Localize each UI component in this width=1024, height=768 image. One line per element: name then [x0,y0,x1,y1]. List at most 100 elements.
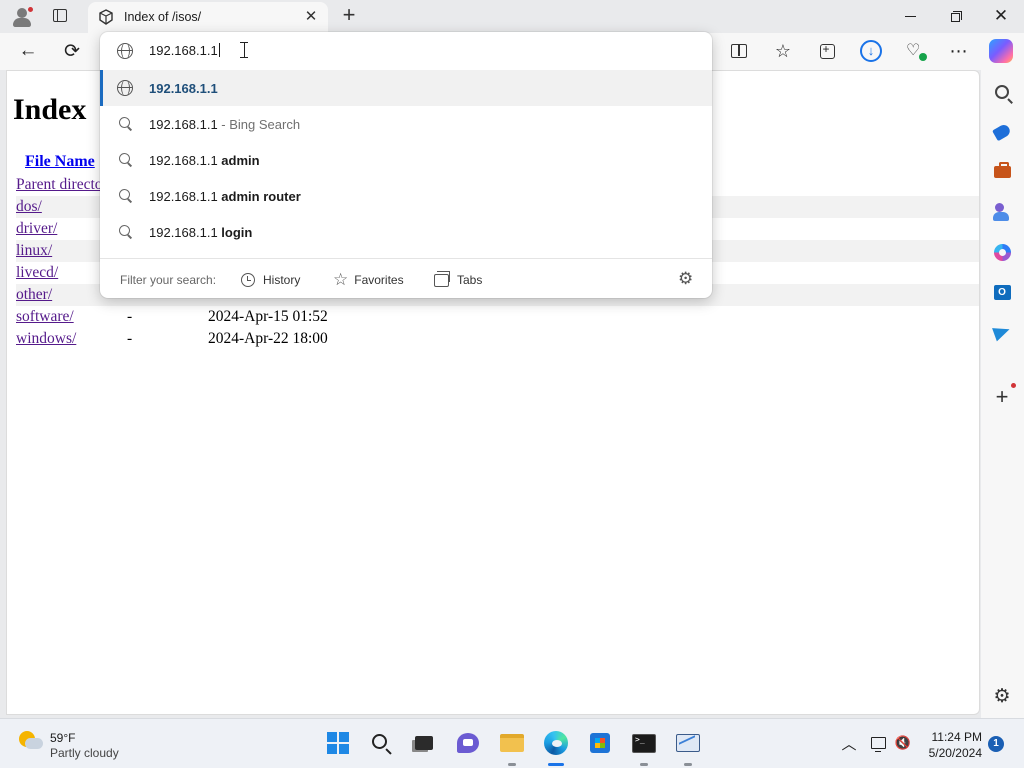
suggestion-search[interactable]: 192.168.1.1 - Bing Search [100,106,712,142]
terminal-button[interactable]: >_ [630,729,658,757]
show-hidden-icons-button[interactable]: ︿ [837,729,861,757]
running-indicator [640,763,648,766]
task-view-button[interactable] [410,729,438,757]
suggestion-text: 192.168.1.1 admin router [149,189,301,204]
filter-label: Filter your search: [120,273,217,287]
microsoft365-icon [993,243,1011,261]
running-indicator-active [548,763,564,766]
title-bar: Index of /isos/ ✕ + ✕ [0,0,1024,33]
file-link[interactable]: dos/ [16,196,42,218]
split-screen-button[interactable] [724,37,754,65]
file-size: - [127,308,133,325]
sidebar-drop-button[interactable] [990,320,1014,344]
refresh-button[interactable]: ⟳ [57,37,87,65]
favorites-button[interactable]: ☆ [768,37,798,65]
weather-widget[interactable]: 59°F Partly cloudy [15,727,155,761]
filter-history-label: History [263,273,301,287]
suggestion-search[interactable]: 192.168.1.1 login [100,214,712,250]
file-date: 2024-Apr-22 18:00 [208,330,328,347]
address-input[interactable]: 192.168.1.1 [149,43,220,58]
search-icon [119,153,130,164]
gear-icon: ⚙ [993,686,1011,707]
downloads-button[interactable]: ↓ [856,37,886,65]
star-icon: ☆ [333,270,349,289]
add-icon: + [995,383,1017,409]
teams-chat-button[interactable] [454,729,482,757]
globe-icon [117,80,133,96]
file-link[interactable]: software/ [16,306,74,328]
page-heading: Index [13,93,87,126]
filter-favorites-button[interactable]: ☆ Favorites [333,271,404,289]
file-explorer-button[interactable] [498,729,526,757]
games-icon [993,203,1011,221]
browser-essentials-button[interactable]: ♡ [900,37,930,65]
suggestion-text: 192.168.1.1 admin [149,153,260,168]
collections-button[interactable] [812,37,842,65]
suggestion-search[interactable]: 192.168.1.1 admin router [100,178,712,214]
suggestion-text: 192.168.1.1 [149,81,218,96]
resource-monitor-button[interactable] [674,729,702,757]
split-screen-icon [731,44,747,58]
volume-button[interactable]: 🔇 [891,729,915,757]
weather-temp: 59°F [50,731,76,745]
running-indicator [684,763,692,766]
file-size: - [127,330,133,347]
file-link[interactable]: linux/ [16,240,52,262]
sidebar-games-button[interactable] [990,200,1014,224]
tab-actions-icon[interactable] [50,7,70,25]
new-tab-button[interactable]: + [338,4,360,27]
taskbar-search-button[interactable] [367,729,395,757]
tab-isos-index[interactable]: Index of /isos/ ✕ [88,2,328,33]
file-link[interactable]: driver/ [16,218,57,240]
filter-tabs-label: Tabs [457,273,483,287]
network-button[interactable] [866,729,890,757]
notification-badge[interactable]: 1 [988,736,1004,752]
search-icon [119,225,130,236]
send-icon [992,322,1012,342]
filter-tabs-button[interactable]: Tabs [434,270,483,289]
tab-title: Index of /isos/ [124,10,202,24]
address-bar[interactable]: 192.168.1.1 [100,32,712,70]
settings-and-more-button[interactable]: ⋯ [944,37,974,65]
search-icon [995,85,1009,99]
heart-pulse-icon: ♡ [906,43,927,61]
store-button[interactable] [586,729,614,757]
sidebar-outlook-button[interactable]: O [990,280,1014,304]
start-button[interactable] [324,729,352,757]
system-clock[interactable]: 11:24 PM 5/20/2024 [918,729,982,761]
tab-close-icon[interactable]: ✕ [302,8,320,26]
filter-history-button[interactable]: History [241,271,300,289]
monitor-chart-icon [676,734,700,752]
sidebar-microsoft365-button[interactable] [990,240,1014,264]
video-chat-icon [457,733,479,753]
file-link[interactable]: other/ [16,284,52,306]
clock-time: 11:24 PM [931,730,982,744]
profile-notification-dot [27,6,34,13]
tabs-icon [434,270,450,287]
gear-icon[interactable]: ⚙ [678,269,693,289]
minimize-button[interactable] [890,4,930,28]
copilot-icon [989,39,1013,63]
clock-date: 5/20/2024 [928,746,982,760]
file-link[interactable]: windows/ [16,328,76,350]
sidebar-tools-button[interactable] [990,160,1014,184]
sidebar-shopping-button[interactable] [990,120,1014,144]
tag-icon [992,122,1012,142]
edge-taskbar-button[interactable] [542,729,570,757]
suggestion-search[interactable]: 192.168.1.1 admin [100,142,712,178]
window-close-button[interactable]: ✕ [981,4,1021,28]
sidebar-settings-button[interactable]: ⚙ [990,685,1014,709]
file-link[interactable]: livecd/ [16,262,58,284]
file-link[interactable]: Parent directo [16,174,103,196]
back-button[interactable]: ← [13,37,43,65]
text-caret [218,43,220,57]
windows-logo-icon [327,732,349,754]
sidebar-add-button[interactable]: + [990,383,1017,409]
sidebar-search-button[interactable] [990,80,1014,104]
suggestion-url[interactable]: 192.168.1.1 [100,70,712,106]
copilot-button[interactable] [986,37,1016,65]
restore-button[interactable] [935,4,975,28]
column-header-file-name[interactable]: File Name [25,153,95,171]
profile-icon[interactable] [10,5,34,29]
ibeam-cursor-icon [240,42,248,58]
